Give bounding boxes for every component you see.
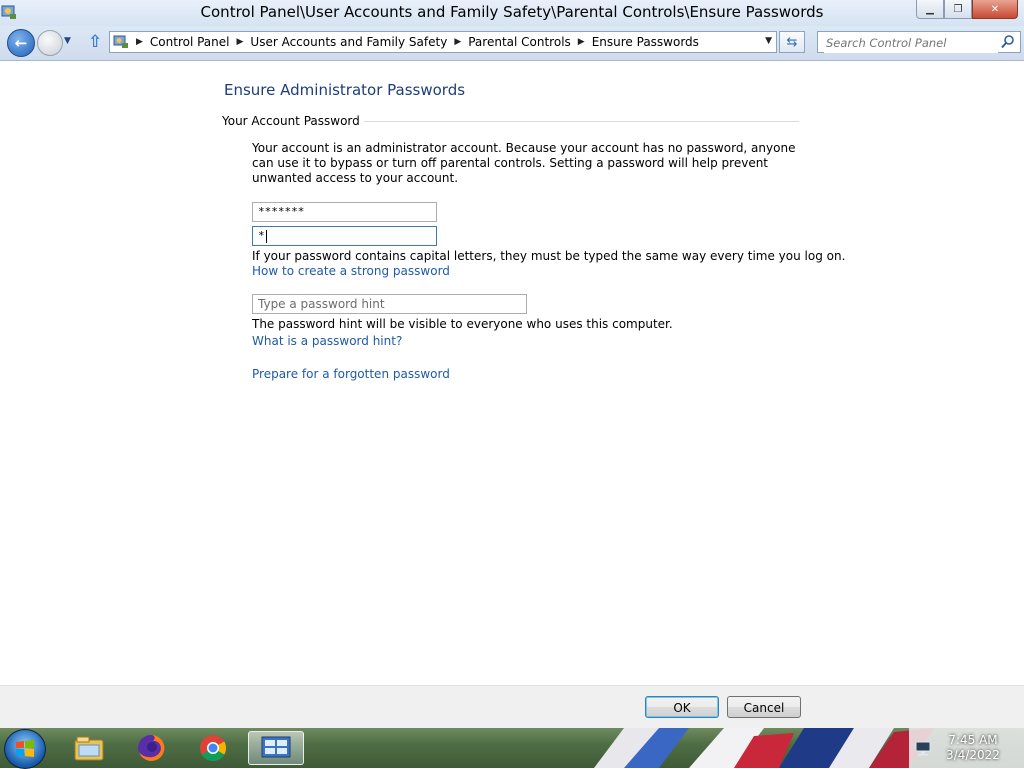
breadcrumb-separator-icon[interactable]: ▶ bbox=[454, 37, 461, 47]
breadcrumb-separator-icon[interactable]: ▶ bbox=[578, 37, 585, 47]
back-button[interactable]: ← bbox=[7, 29, 35, 57]
close-button[interactable]: ✕ bbox=[972, 0, 1018, 19]
windows-logo-icon bbox=[16, 740, 34, 757]
text-caret bbox=[265, 229, 267, 243]
confirm-password-field[interactable]: * bbox=[252, 226, 437, 246]
search-icon[interactable] bbox=[1001, 35, 1014, 49]
forgotten-password-link[interactable]: Prepare for a forgotten password bbox=[252, 367, 450, 381]
section-header: Your Account Password bbox=[222, 114, 799, 128]
taskbar-control-panel[interactable] bbox=[248, 731, 304, 765]
taskbar-explorer[interactable] bbox=[64, 731, 114, 765]
strong-password-link[interactable]: How to create a strong password bbox=[252, 264, 450, 278]
cancel-button[interactable]: Cancel bbox=[727, 696, 801, 718]
account-description: Your account is an administrator account… bbox=[252, 141, 796, 185]
minimize-button[interactable]: ▁ bbox=[916, 0, 944, 19]
breadcrumb-control-panel[interactable]: Control Panel bbox=[150, 35, 230, 49]
navigation-bar: ← ▼ ⇧ ▶ Control Panel ▶ User Accounts an… bbox=[0, 26, 1024, 60]
chrome-icon bbox=[200, 735, 227, 762]
clock-date: 3/4/2022 bbox=[946, 748, 1000, 762]
dialog-footer: OK Cancel bbox=[0, 685, 1024, 729]
restore-button[interactable]: ❐ bbox=[944, 0, 972, 19]
breadcrumb-separator-icon[interactable]: ▶ bbox=[136, 37, 143, 47]
clock-time: 7:45 AM bbox=[948, 733, 998, 747]
breadcrumb-user-accounts[interactable]: User Accounts and Family Safety bbox=[250, 35, 447, 49]
control-panel-icon bbox=[261, 736, 291, 758]
firefox-icon bbox=[138, 734, 165, 761]
capitals-note: If your password contains capital letter… bbox=[252, 249, 846, 263]
section-header-label: Your Account Password bbox=[222, 114, 360, 128]
system-clock[interactable]: 7:45 AM 3/4/2022 bbox=[942, 733, 1004, 763]
restore-icon: ❐ bbox=[953, 3, 963, 15]
start-button[interactable] bbox=[4, 729, 46, 769]
page-title: Ensure Administrator Passwords bbox=[224, 81, 466, 99]
control-panel-icon bbox=[113, 35, 128, 48]
password-hint-help-link[interactable]: What is a password hint? bbox=[252, 334, 402, 348]
search-input[interactable] bbox=[824, 33, 998, 53]
refresh-icon: ⇆ bbox=[786, 34, 798, 50]
confirm-password-value: * bbox=[258, 229, 265, 242]
taskbar: 7:45 AM 3/4/2022 bbox=[0, 728, 1024, 769]
main-content: Ensure Administrator Passwords Your Acco… bbox=[0, 61, 1024, 685]
network-icon[interactable] bbox=[914, 739, 932, 757]
title-bar: Control Panel\User Accounts and Family S… bbox=[0, 0, 1024, 26]
ok-button[interactable]: OK bbox=[645, 696, 719, 718]
password-hint-input[interactable] bbox=[252, 294, 527, 314]
recent-pages-dropdown[interactable]: ▼ bbox=[64, 36, 71, 46]
new-password-value: ******* bbox=[258, 205, 305, 218]
minimize-icon: ▁ bbox=[926, 3, 934, 15]
forward-button[interactable] bbox=[37, 30, 63, 56]
back-arrow-icon: ← bbox=[14, 34, 28, 52]
breadcrumb-parental-controls[interactable]: Parental Controls bbox=[468, 35, 571, 49]
taskbar-firefox[interactable] bbox=[126, 731, 176, 765]
chevron-down-icon: ▼ bbox=[64, 36, 71, 46]
up-arrow-icon: ⇧ bbox=[88, 32, 103, 52]
breadcrumb-ensure-passwords[interactable]: Ensure Passwords bbox=[592, 35, 699, 49]
search-box[interactable] bbox=[817, 31, 1021, 53]
breadcrumb-separator-icon[interactable]: ▶ bbox=[237, 37, 244, 47]
new-password-field[interactable]: ******* bbox=[252, 202, 437, 222]
hint-visibility-note: The password hint will be visible to eve… bbox=[252, 317, 673, 331]
windows-explorer-icon bbox=[74, 736, 104, 761]
window-title: Control Panel\User Accounts and Family S… bbox=[200, 3, 824, 21]
close-icon: ✕ bbox=[990, 3, 1000, 15]
taskbar-chrome[interactable] bbox=[188, 731, 238, 765]
refresh-button[interactable]: ⇆ bbox=[779, 31, 805, 53]
section-divider bbox=[363, 120, 799, 122]
window-controls: ▁ ❐ ✕ bbox=[916, 0, 1018, 19]
up-button[interactable]: ⇧ bbox=[88, 32, 102, 52]
address-dropdown-icon[interactable]: ▼ bbox=[765, 36, 772, 46]
address-bar[interactable]: ▶ Control Panel ▶ User Accounts and Fami… bbox=[109, 31, 777, 53]
